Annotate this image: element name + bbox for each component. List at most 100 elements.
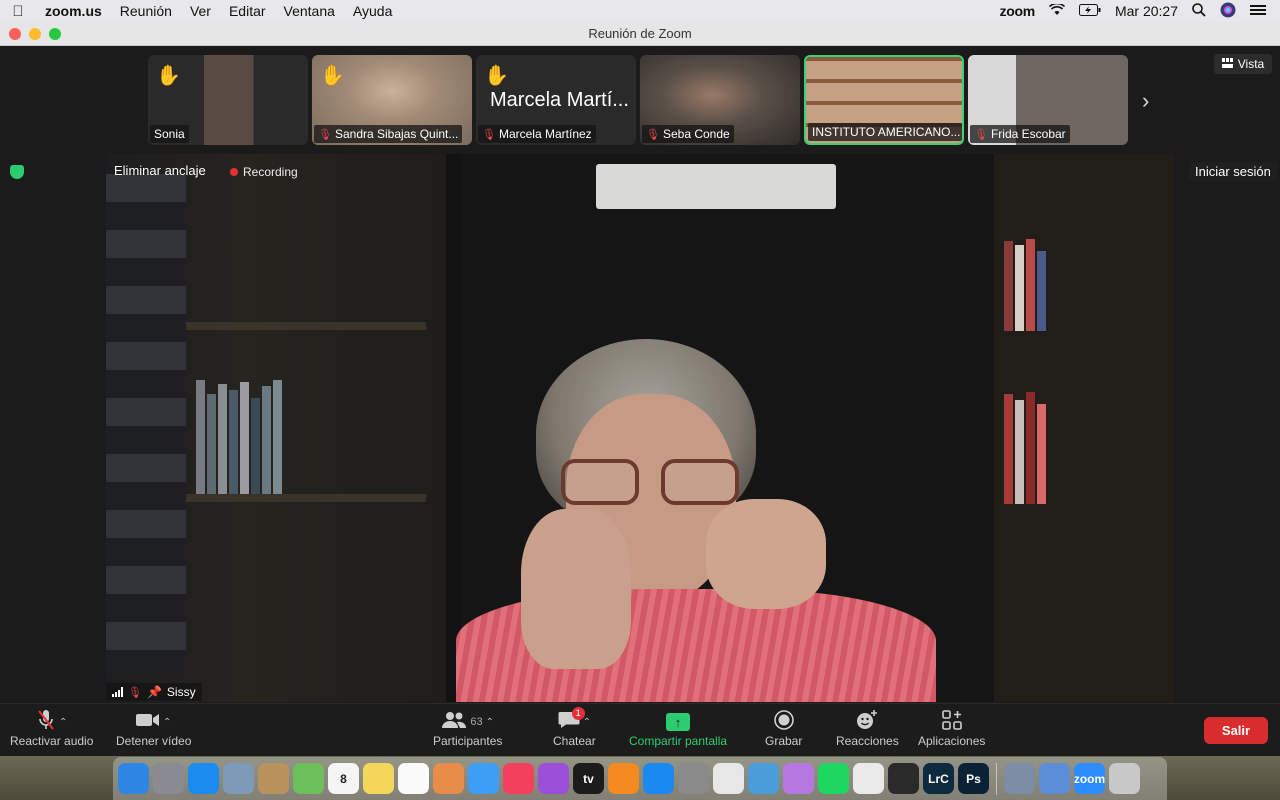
spotify-icon[interactable] [818, 763, 849, 794]
podcasts-icon[interactable] [538, 763, 569, 794]
participant-name-bar: INSTITUTO AMERICANO... [808, 123, 962, 141]
chevron-up-icon[interactable]: ⌃ [59, 717, 67, 728]
participant-tile-seba[interactable]: 🎙 Seba Conde [640, 55, 800, 145]
menu-editar[interactable]: Editar [220, 3, 275, 19]
menu-app-name[interactable]: zoom.us [36, 3, 111, 19]
unpin-button[interactable]: Eliminar anclaje [114, 163, 206, 178]
air-conditioner [596, 164, 836, 209]
close-window-button[interactable] [9, 28, 21, 40]
main-speaker-video[interactable] [106, 154, 1174, 702]
leave-button[interactable]: Salir [1204, 717, 1268, 744]
contacts-icon[interactable] [258, 763, 289, 794]
zoom-icon[interactable]: zoom [1074, 763, 1105, 794]
notes-icon[interactable] [363, 763, 394, 794]
launchpad-icon[interactable] [153, 763, 184, 794]
recording-indicator: Recording [230, 165, 298, 179]
security-shield-icon[interactable] [10, 165, 24, 179]
menu-ayuda[interactable]: Ayuda [344, 3, 401, 19]
pin-icon: 📌 [146, 685, 162, 699]
menu-reunion[interactable]: Reunión [111, 3, 181, 19]
fullscreen-window-button[interactable] [49, 28, 61, 40]
muted-mic-icon: 🎙 [974, 128, 988, 141]
video-camera-icon [136, 712, 160, 733]
participant-tile-frida[interactable]: 🎙 Frida Escobar [968, 55, 1128, 145]
books-icon[interactable] [608, 763, 639, 794]
smiley-plus-icon [856, 709, 878, 735]
image-capture-icon[interactable] [1004, 763, 1035, 794]
chevron-up-icon[interactable]: ⌃ [486, 717, 494, 728]
calendar-icon[interactable]: 8 [328, 763, 359, 794]
view-button[interactable]: Vista [1214, 54, 1272, 74]
utility-icon[interactable] [888, 763, 919, 794]
participant-name: Sonia [154, 127, 185, 141]
menu-ver[interactable]: Ver [181, 3, 220, 19]
apps-icon [941, 709, 962, 735]
menu-ventana[interactable]: Ventana [275, 3, 344, 19]
dock-apps: 8 tv LrC Ps [118, 763, 989, 794]
background-bookshelf-right [994, 154, 1174, 702]
apple-icon[interactable]:  [0, 3, 36, 20]
share-screen-label: Compartir pantalla [629, 734, 728, 748]
recording-label: Recording [243, 165, 298, 179]
participant-name: Sandra Sibajas Quint... [334, 127, 459, 141]
participant-tile-sandra[interactable]: ✋ 🎙 Sandra Sibajas Quint... [312, 55, 472, 145]
muted-mic-icon [36, 709, 56, 736]
chevron-right-icon[interactable]: › [1142, 88, 1149, 114]
participant-name-bar: 🎙 Sandra Sibajas Quint... [314, 125, 463, 143]
participant-name-bar: 🎙 Frida Escobar [970, 125, 1070, 143]
textedit-icon[interactable] [853, 763, 884, 794]
migration-icon[interactable] [1039, 763, 1070, 794]
chat-button[interactable]: 1 ⌃ Chatear [553, 707, 596, 754]
meeting-toolbar: ⌃ Reactivar audio ⌃ Detener vídeo 63 ⌃ P… [0, 703, 1280, 756]
record-label: Grabar [765, 734, 803, 748]
photos-icon[interactable] [433, 763, 464, 794]
battery-icon[interactable] [1078, 3, 1101, 19]
stop-video-button[interactable]: ⌃ Detener vídeo [116, 710, 191, 754]
photoshop-icon[interactable]: Ps [958, 763, 989, 794]
apple-tv-icon[interactable]: tv [573, 763, 604, 794]
participant-tile-sonia[interactable]: ✋ Sonia [148, 55, 308, 145]
unmute-button[interactable]: ⌃ Reactivar audio [10, 709, 93, 754]
maps-icon[interactable] [293, 763, 324, 794]
wifi-icon[interactable] [1048, 2, 1065, 19]
participants-button[interactable]: 63 ⌃ Participantes [433, 710, 502, 754]
reminders-icon[interactable] [398, 763, 429, 794]
trash-icon[interactable] [1109, 763, 1140, 794]
muted-mic-icon: 🎙 [482, 128, 496, 141]
safari-icon[interactable] [188, 763, 219, 794]
dock-separator [996, 762, 997, 795]
clock[interactable]: Mar 20:27 [1115, 3, 1178, 19]
muted-mic-icon: 🎙 [646, 128, 660, 141]
search-icon[interactable] [1192, 2, 1206, 20]
minimize-window-button[interactable] [29, 28, 41, 40]
speaker-name: Sissy [166, 685, 196, 699]
zoom-status-item[interactable]: zoom [1000, 3, 1036, 19]
lightroom-icon[interactable]: LrC [923, 763, 954, 794]
speaker-name-tag: 🎙 📌 Sissy [106, 683, 202, 701]
app-store-icon[interactable] [643, 763, 674, 794]
preview-icon[interactable] [223, 763, 254, 794]
reactions-button[interactable]: Reacciones [836, 709, 899, 754]
signin-button[interactable]: Iniciar sesión [1189, 162, 1277, 181]
recording-dot-icon [230, 168, 238, 176]
siri-icon[interactable] [1220, 2, 1236, 21]
music-icon[interactable] [503, 763, 534, 794]
chevron-up-icon[interactable]: ⌃ [583, 717, 591, 728]
apps-button[interactable]: Aplicaciones [918, 709, 985, 754]
chevron-up-icon[interactable]: ⌃ [163, 717, 171, 728]
control-center-icon[interactable] [1250, 3, 1266, 19]
macos-menubar:  zoom.us Reunión Ver Editar Ventana Ayu… [0, 0, 1280, 22]
participant-tile-instituto[interactable]: INSTITUTO AMERICANO... [804, 55, 964, 145]
chrome-icon[interactable] [713, 763, 744, 794]
share-screen-button[interactable]: ↑ Compartir pantalla [629, 710, 727, 754]
chat-label: Chatear [553, 734, 596, 748]
record-button[interactable]: Grabar [765, 709, 803, 754]
feedback-icon[interactable] [783, 763, 814, 794]
participant-tile-marcela[interactable]: ✋ Marcela Martí... 🎙 Marcela Martínez [476, 55, 636, 145]
gallery-strip: ✋ Sonia ✋ 🎙 Sandra Sibajas Quint... ✋ Ma… [148, 55, 1128, 145]
system-preferences-icon[interactable] [678, 763, 709, 794]
screen-utility-icon[interactable] [748, 763, 779, 794]
finder-icon[interactable] [118, 763, 149, 794]
messages-icon[interactable] [468, 763, 499, 794]
macos-dock: 8 tv LrC Ps zoom [113, 757, 1167, 800]
